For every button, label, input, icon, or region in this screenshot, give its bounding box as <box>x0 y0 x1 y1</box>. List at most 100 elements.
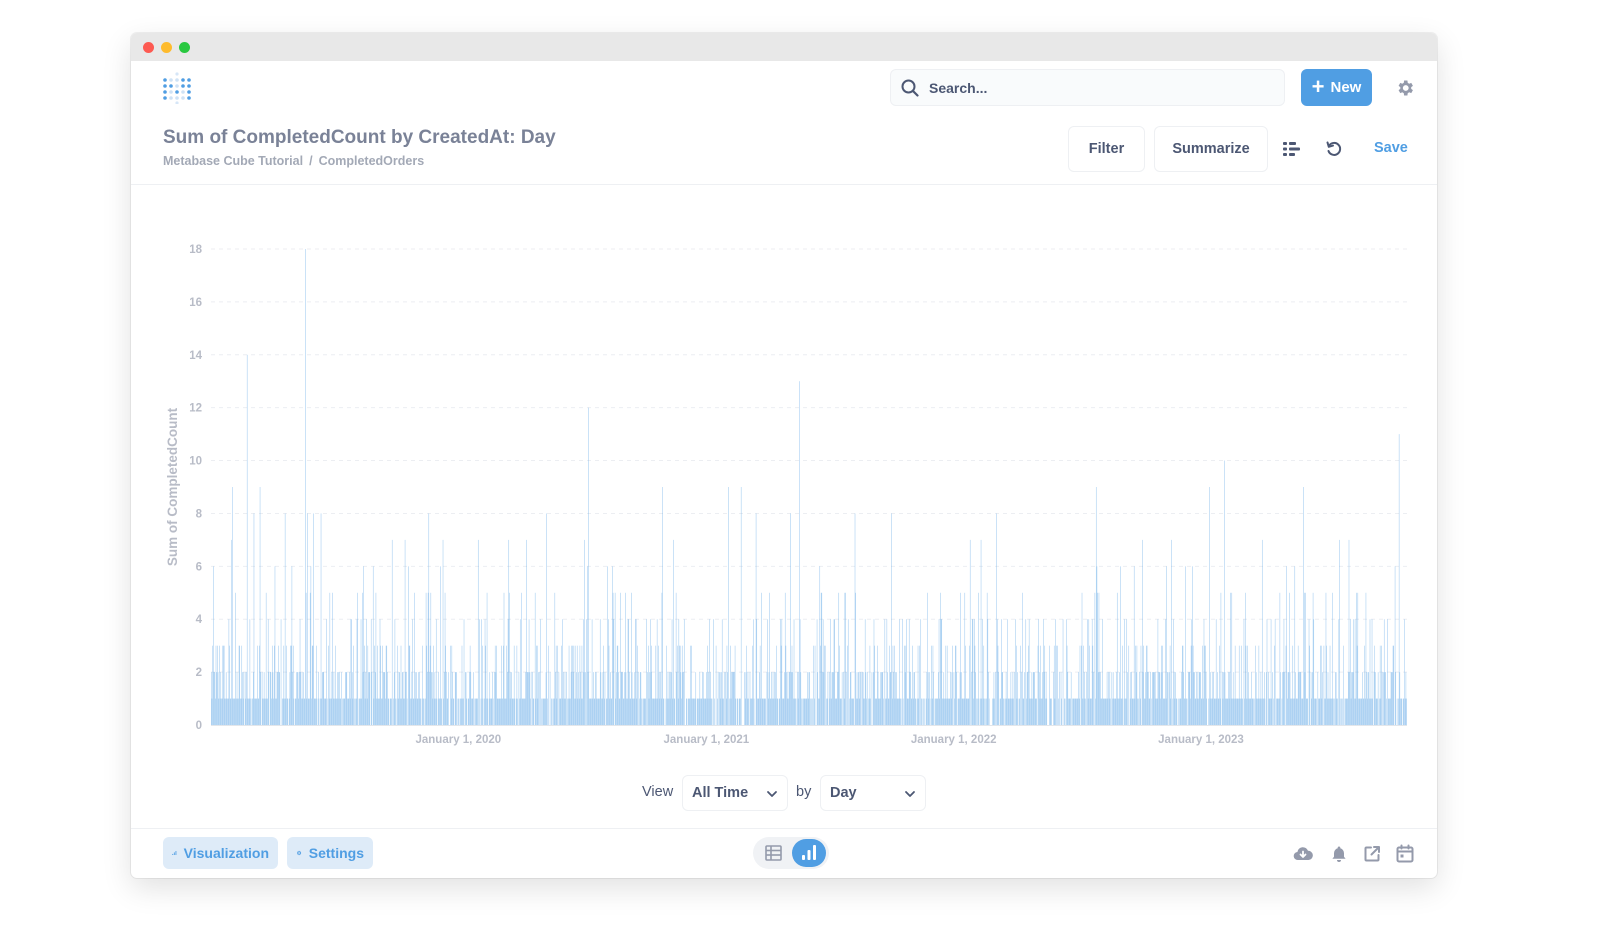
bar[interactable] <box>1215 619 1217 725</box>
bar[interactable] <box>1091 698 1092 725</box>
bar[interactable] <box>1045 672 1047 725</box>
bar[interactable] <box>1260 672 1262 725</box>
bar[interactable] <box>1152 672 1153 725</box>
bar[interactable] <box>629 672 630 725</box>
bar[interactable] <box>477 539 479 725</box>
bar[interactable] <box>858 672 860 725</box>
bar[interactable] <box>670 672 671 725</box>
bar[interactable] <box>234 698 235 725</box>
bar[interactable] <box>637 672 639 725</box>
bar[interactable] <box>1140 698 1141 725</box>
bar[interactable] <box>906 698 908 725</box>
bar[interactable] <box>944 698 946 725</box>
bar[interactable] <box>529 672 531 725</box>
bar[interactable] <box>843 698 845 725</box>
bar[interactable] <box>822 672 823 725</box>
bar[interactable] <box>919 645 920 725</box>
bar[interactable] <box>1045 698 1046 725</box>
bar[interactable] <box>782 698 783 725</box>
bar[interactable] <box>835 698 837 725</box>
bar[interactable] <box>629 698 631 725</box>
bar[interactable] <box>601 698 602 725</box>
bar[interactable] <box>764 698 766 725</box>
bar[interactable] <box>1251 672 1252 725</box>
bar[interactable] <box>719 672 720 725</box>
bar[interactable] <box>239 645 240 725</box>
bar[interactable] <box>328 698 330 725</box>
bar[interactable] <box>1135 672 1137 725</box>
bar[interactable] <box>1286 566 1287 725</box>
bar[interactable] <box>601 698 603 725</box>
bar[interactable] <box>810 698 811 725</box>
bar[interactable] <box>790 513 791 725</box>
window-minimize-button[interactable] <box>161 42 172 53</box>
bar[interactable] <box>1377 698 1378 725</box>
bar[interactable] <box>408 566 409 725</box>
bar[interactable] <box>1372 698 1373 725</box>
bar[interactable] <box>243 672 245 725</box>
bar[interactable] <box>1188 672 1189 725</box>
bar[interactable] <box>219 698 221 725</box>
bar[interactable] <box>498 698 500 725</box>
bar[interactable] <box>308 698 310 725</box>
bar[interactable] <box>299 619 301 725</box>
bar[interactable] <box>1307 698 1308 725</box>
bar[interactable] <box>286 698 288 725</box>
bar[interactable] <box>1144 698 1146 725</box>
bar[interactable] <box>506 645 507 725</box>
bar[interactable] <box>1334 698 1336 725</box>
bar[interactable] <box>324 698 326 725</box>
bar[interactable] <box>1108 698 1110 725</box>
bar[interactable] <box>1021 672 1022 725</box>
bar[interactable] <box>710 672 711 725</box>
bar[interactable] <box>365 672 367 725</box>
bar[interactable] <box>612 566 613 725</box>
bar[interactable] <box>891 513 892 725</box>
bar[interactable] <box>987 619 989 725</box>
bar[interactable] <box>369 672 371 725</box>
bar[interactable] <box>852 698 853 725</box>
bar[interactable] <box>590 698 592 725</box>
bar[interactable] <box>310 566 312 725</box>
bar[interactable] <box>1380 698 1382 725</box>
bar[interactable] <box>486 592 488 725</box>
bar[interactable] <box>682 672 684 725</box>
bar[interactable] <box>1346 698 1348 725</box>
bar[interactable] <box>639 672 641 725</box>
bar[interactable] <box>1257 698 1258 725</box>
bar[interactable] <box>1236 698 1237 725</box>
bar[interactable] <box>1291 698 1293 725</box>
bar[interactable] <box>1270 698 1271 725</box>
bar[interactable] <box>1326 645 1327 725</box>
bar[interactable] <box>1169 672 1170 725</box>
bar[interactable] <box>477 698 478 725</box>
bar[interactable] <box>978 592 979 725</box>
bar[interactable] <box>1400 698 1401 725</box>
bar[interactable] <box>535 698 537 725</box>
bar[interactable] <box>935 698 936 725</box>
bar[interactable] <box>1133 566 1135 725</box>
bar[interactable] <box>961 698 963 725</box>
bar[interactable] <box>1106 672 1108 725</box>
bar[interactable] <box>330 698 331 725</box>
bar[interactable] <box>1079 698 1080 725</box>
bar[interactable] <box>1224 460 1225 725</box>
bar[interactable] <box>448 672 449 725</box>
bar[interactable] <box>808 672 810 725</box>
bar[interactable] <box>786 698 788 725</box>
bar[interactable] <box>713 619 714 725</box>
bar[interactable] <box>314 698 316 725</box>
bar[interactable] <box>399 672 400 725</box>
bar[interactable] <box>773 698 774 725</box>
bar[interactable] <box>301 672 303 725</box>
time-unit-select[interactable]: Day <box>820 775 926 811</box>
bar[interactable] <box>1363 698 1365 725</box>
bar[interactable] <box>984 698 985 725</box>
bar[interactable] <box>1137 698 1139 725</box>
bar[interactable] <box>439 698 440 725</box>
bar[interactable] <box>431 672 433 725</box>
bar[interactable] <box>941 619 943 725</box>
bar[interactable] <box>1299 672 1300 725</box>
bar[interactable] <box>1198 672 1200 725</box>
bar[interactable] <box>1084 672 1085 725</box>
